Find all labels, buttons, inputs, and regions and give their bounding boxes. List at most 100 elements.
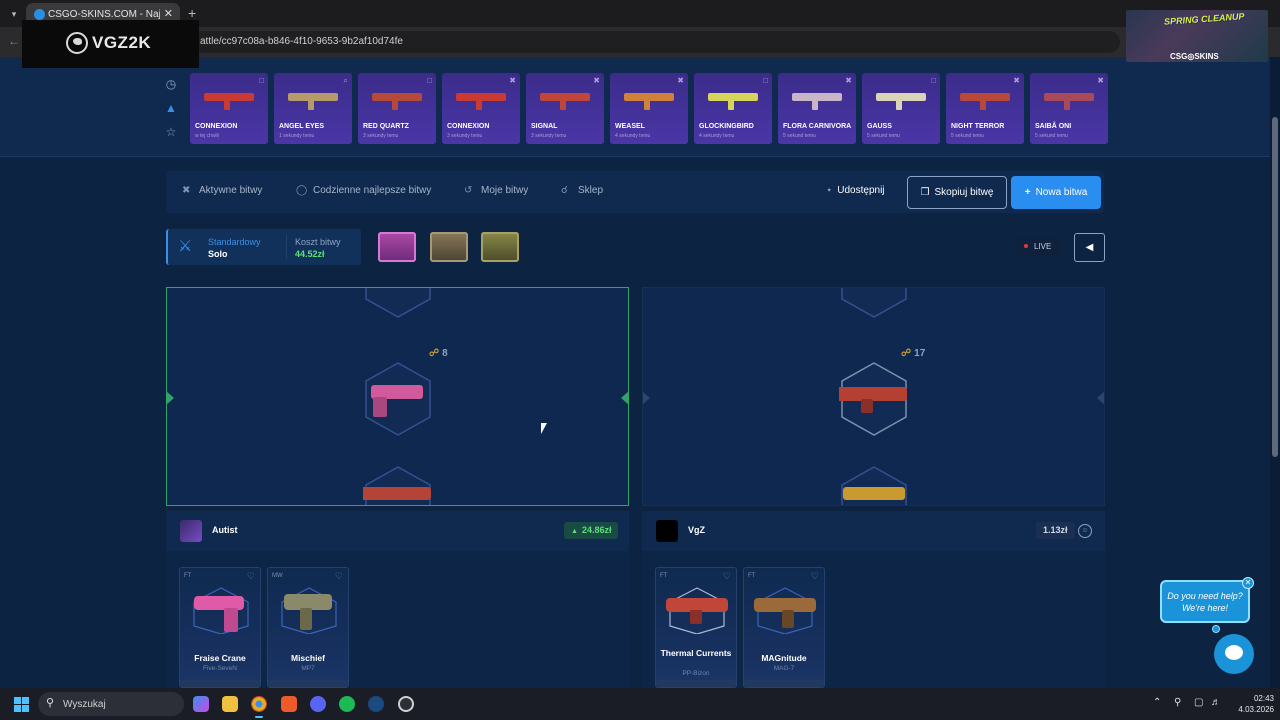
item-price-strip <box>268 680 348 687</box>
drop-weapon-image <box>456 93 506 110</box>
nav-shop[interactable]: ☌ Sklep <box>561 185 603 196</box>
copy-icon: ❐ <box>920 187 930 198</box>
player-bar-2: VgZ 1.13zł ☺ <box>642 511 1105 551</box>
basket-icon: ☌ <box>561 185 568 196</box>
arena-item-count: ☍ 17 <box>901 348 925 359</box>
back-arrow-icon[interactable]: ← <box>8 34 20 48</box>
tray-chevron-icon[interactable]: ⌃ <box>1153 697 1161 708</box>
live-drop-card[interactable]: □ GLOCKINGBIRD 4 sekundy temu <box>694 73 772 144</box>
avatar[interactable] <box>180 520 202 542</box>
item-wear: FT <box>660 573 668 579</box>
copilot-icon[interactable] <box>193 696 209 712</box>
nav-shop-label: Sklep <box>578 185 604 196</box>
twitter-icon <box>66 32 88 54</box>
case-olive-icon[interactable] <box>481 232 519 262</box>
live-drops-strip: ◷ ▲ ☆ □ CONNEXION w tej chwili ⌕ ANGEL EYES 1… <box>0 57 1270 157</box>
battle-mode-value: Solo <box>208 249 228 259</box>
live-drop-card[interactable]: ✖ WEASEL 4 sekundy temu <box>610 73 688 144</box>
live-drop-card[interactable]: ✖ NIGHT TERROR 5 sekund temu <box>946 73 1024 144</box>
discord-icon[interactable] <box>310 696 326 712</box>
nav-my-battles[interactable]: ↺ Moje bitwy <box>464 185 528 196</box>
search-icon: ⌕ <box>343 76 348 85</box>
item-card[interactable]: FT ♡ MAGnitude MAG-7 <box>743 567 825 688</box>
help-bubble[interactable]: Do you need help? We're here! <box>1160 580 1250 623</box>
share-button[interactable]: ⋆ Udostępnij <box>826 185 885 196</box>
live-drop-card[interactable]: ✖ SIGNAL 3 sekundy temu <box>526 73 604 144</box>
new-battle-button[interactable]: + Nowa bitwa <box>1011 176 1101 209</box>
clock-time: 02:43 <box>1253 694 1274 703</box>
new-tab-icon[interactable]: + <box>188 5 196 21</box>
live-drop-card[interactable]: ✖ SAIBĂ ONI 5 sekund temu <box>1030 73 1108 144</box>
thumbs-up-icon[interactable]: ▲ <box>164 101 178 115</box>
case-purple-icon[interactable] <box>378 232 416 262</box>
box-icon: □ <box>931 76 936 85</box>
heart-icon[interactable]: ♡ <box>723 571 731 582</box>
brave-icon[interactable] <box>281 696 297 712</box>
clock-icon[interactable]: ◷ <box>164 77 178 91</box>
star-icon[interactable]: ☆ <box>164 125 178 139</box>
drop-weapon-image <box>960 93 1010 110</box>
player-name[interactable]: Autist <box>212 525 238 535</box>
live-drop-time: 3 sekundy temu <box>531 133 567 139</box>
hex-slot-top <box>841 288 907 318</box>
chat-bubble-button[interactable] <box>1214 634 1254 674</box>
player-name[interactable]: VgZ <box>688 525 705 535</box>
live-drop-card[interactable]: □ GAUSS 5 sekund temu <box>862 73 940 144</box>
help-connector-icon <box>1212 625 1220 633</box>
live-drop-name: FLORA CARNIVORA <box>783 123 852 130</box>
item-card[interactable]: MW ♡ Mischief MP7 <box>267 567 349 688</box>
scrollbar-thumb[interactable] <box>1272 117 1278 457</box>
taskbar-clock[interactable]: 02:43 4.03.2026 <box>1222 693 1274 715</box>
case-brown-icon[interactable] <box>430 232 468 262</box>
taskbar-search[interactable]: ⚲ Wyszukaj <box>38 692 184 716</box>
heart-icon[interactable]: ♡ <box>247 571 255 582</box>
live-drop-card[interactable]: ✖ FLORA CARNIVORA 5 sekund temu <box>778 73 856 144</box>
url-field[interactable]: attle/cc97c08a-b846-4f10-9653-9b2af10d74… <box>180 31 1120 53</box>
crossed-icon: ✖ <box>509 76 516 85</box>
key-icon: ☍ <box>901 348 912 359</box>
live-drop-card[interactable]: □ RED QUARTZ 3 sekundy temu <box>358 73 436 144</box>
item-card[interactable]: FT ♡ Fraise Crane Five-SeveN <box>179 567 261 688</box>
nav-active-battles[interactable]: ✖ Aktywne bitwy <box>182 185 262 196</box>
drop-weapon-image <box>708 93 758 110</box>
live-drop-card[interactable]: ⌕ ANGEL EYES 1 sekundy temu <box>274 73 352 144</box>
heart-icon[interactable]: ♡ <box>335 571 343 582</box>
item-wear: MW <box>272 573 283 579</box>
live-drop-name: RED QUARTZ <box>363 123 409 130</box>
player-total: 1.13zł <box>1043 525 1068 535</box>
emoji-icon[interactable]: ☺ <box>1078 524 1092 538</box>
live-drop-card[interactable]: ✖ CONNEXION 3 sekundy temu <box>442 73 520 144</box>
drop-weapon-image <box>204 93 254 110</box>
event-title: SPRING CLEANUP <box>1163 11 1245 27</box>
steam-icon[interactable] <box>368 696 384 712</box>
swords-icon: ✖ <box>182 185 191 196</box>
page-scrollbar[interactable] <box>1270 57 1280 688</box>
spotify-icon[interactable] <box>339 696 355 712</box>
volume-icon[interactable]: ♬ <box>1211 697 1221 708</box>
item-card[interactable]: FT ♡ Thermal Currents PP-Bizon <box>655 567 737 688</box>
monitor-icon[interactable]: ▢ <box>1194 697 1203 708</box>
tab-close-icon[interactable]: ✕ <box>164 7 173 20</box>
avatar[interactable] <box>656 520 678 542</box>
copy-battle-button[interactable]: ❐ Skopiuj bitwę <box>907 176 1007 209</box>
chrome-icon[interactable] <box>251 696 267 718</box>
file-explorer-icon[interactable] <box>222 696 238 712</box>
copy-battle-label: Skopiuj bitwę <box>934 187 994 198</box>
obs-icon[interactable] <box>398 696 414 712</box>
microphone-icon[interactable]: ⚲ <box>1174 697 1181 708</box>
tab-search-chevron-icon[interactable]: ▾ <box>6 6 22 22</box>
nav-active-battles-label: Aktywne bitwy <box>199 185 263 196</box>
help-close-icon[interactable]: ✕ <box>1242 577 1254 589</box>
nav-daily-best[interactable]: ◯ Codzienne najlepsze bitwy <box>296 185 431 196</box>
battle-info-panel: ⚔ Standardowy Solo Koszt bitwy 44.52zł <box>166 229 361 265</box>
box-icon: □ <box>259 76 264 85</box>
player-total: 24.86zł <box>581 525 612 535</box>
heart-icon[interactable]: ♡ <box>811 571 819 582</box>
windows-start-icon[interactable] <box>14 697 29 712</box>
sound-toggle-button[interactable]: ◀ <box>1074 233 1105 262</box>
crossed-icon: ✖ <box>845 76 852 85</box>
live-drop-card[interactable]: □ CONNEXION w tej chwili <box>190 73 268 144</box>
arena-player-2: ☍ 17 <box>642 287 1105 506</box>
live-drop-name: CONNEXION <box>447 123 490 130</box>
item-name: Fraise Crane <box>194 653 246 663</box>
